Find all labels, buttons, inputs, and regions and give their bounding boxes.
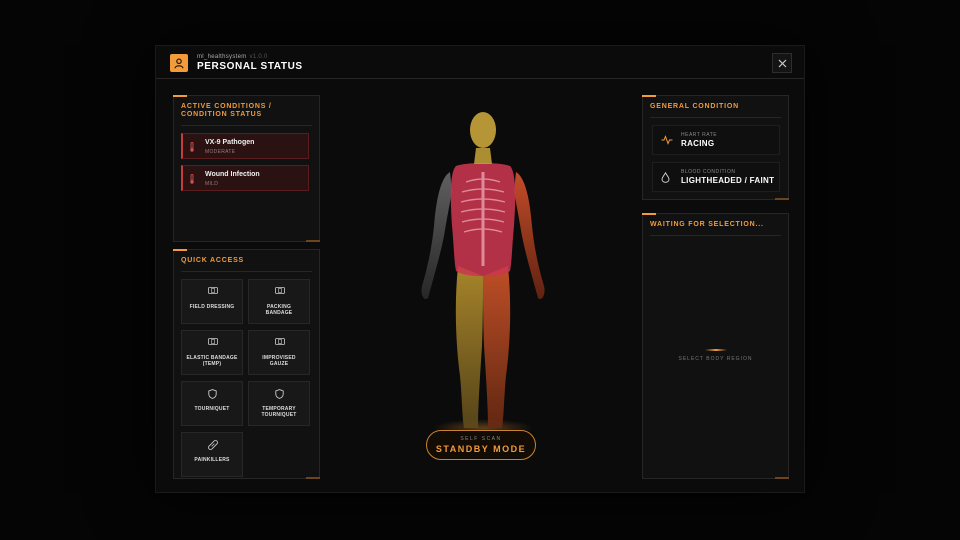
heartbeat-icon (661, 135, 673, 145)
quick-access-label: PACKING BANDAGE (265, 304, 293, 316)
app-version: v1.0.0 (249, 54, 268, 60)
shield-icon (275, 389, 284, 399)
app-subtitle: ml_healthsystem v1.0.0 (197, 54, 268, 60)
heart-rate-stat: HEART RATE RACING (652, 125, 780, 155)
body-model[interactable] (416, 106, 551, 446)
heart-rate-value: RACING (681, 139, 715, 148)
quick-access-label: TEMPORARY TOURNIQUET (261, 406, 297, 418)
scan-mode-label: STANDBY MODE (435, 444, 527, 454)
general-condition-title: GENERAL CONDITION (650, 103, 739, 110)
quick-access-label: FIELD DRESSING (189, 304, 235, 310)
bandage-icon (208, 338, 218, 345)
loading-indicator (705, 349, 727, 351)
quick-access-label: TOURNIQUET (194, 406, 230, 412)
quick-access-label: ELASTIC BANDAGE (TEMP) (186, 355, 238, 367)
bandage-icon (208, 287, 218, 294)
blood-drop-icon (661, 172, 670, 183)
quick-access-panel: QUICK ACCESS FIELD DRESSING PACKING BAND… (173, 249, 320, 479)
thermometer-icon (190, 174, 194, 184)
blood-condition-stat: BLOOD CONDITION LIGHTHEADED / FAINT (652, 162, 780, 192)
selection-panel: WAITING FOR SELECTION... SELECT BODY REG… (642, 213, 789, 479)
window-header: ml_healthsystem v1.0.0 PERSONAL STATUS (156, 46, 804, 79)
heart-rate-label: HEART RATE (681, 132, 718, 138)
self-scan-label: SELF SCAN (460, 436, 502, 442)
selection-hint: SELECT BODY REGION (678, 356, 753, 362)
divider (181, 125, 312, 126)
quick-access-painkillers[interactable]: PAINKILLERS (181, 432, 243, 477)
general-condition-panel: GENERAL CONDITION HEART RATE RACING BLOO… (642, 95, 789, 200)
bandage-icon (275, 287, 285, 294)
self-scan-button[interactable]: SELF SCAN STANDBY MODE (426, 430, 536, 460)
blood-condition-value: LIGHTHEADED / FAINT (681, 176, 775, 185)
condition-name: Wound Infection (205, 171, 260, 178)
body-region-right-arm[interactable] (514, 172, 545, 300)
quick-access-elastic-bandage[interactable]: ELASTIC BANDAGE (TEMP) (181, 330, 243, 375)
active-conditions-panel: ACTIVE CONDITIONS / CONDITION STATUS VX-… (173, 95, 320, 242)
quick-access-label: PAINKILLERS (194, 457, 230, 463)
divider (181, 271, 312, 272)
body-region-neck[interactable] (474, 148, 492, 164)
quick-access-packing-bandage[interactable]: PACKING BANDAGE (248, 279, 310, 324)
active-conditions-title: ACTIVE CONDITIONS / CONDITION STATUS (181, 103, 272, 118)
body-region-head[interactable] (470, 112, 496, 148)
selection-title: WAITING FOR SELECTION... (650, 221, 764, 228)
quick-access-temporary-tourniquet[interactable]: TEMPORARY TOURNIQUET (248, 381, 310, 426)
blood-condition-label: BLOOD CONDITION (681, 169, 736, 175)
close-button[interactable] (772, 53, 792, 73)
divider (650, 235, 781, 236)
shield-icon (208, 389, 217, 399)
body-region-left-leg[interactable] (455, 266, 483, 428)
condition-severity: MILD (205, 181, 219, 187)
quick-access-improvised-gauze[interactable]: IMPROVISED GAUZE (248, 330, 310, 375)
thermometer-icon (190, 142, 194, 152)
quick-access-field-dressing[interactable]: FIELD DRESSING (181, 279, 243, 324)
condition-severity: MODERATE (205, 149, 236, 155)
condition-item[interactable]: VX-9 Pathogen MODERATE (181, 133, 309, 159)
quick-access-tourniquet[interactable]: TOURNIQUET (181, 381, 243, 426)
quick-access-label: IMPROVISED GAUZE (262, 355, 296, 367)
user-icon (170, 54, 188, 72)
condition-item[interactable]: Wound Infection MILD (181, 165, 309, 191)
quick-access-title: QUICK ACCESS (181, 257, 245, 264)
body-region-left-arm[interactable] (421, 172, 452, 300)
personal-status-window: ml_healthsystem v1.0.0 PERSONAL STATUS AC… (155, 45, 805, 493)
divider (650, 117, 781, 118)
close-icon (778, 59, 786, 67)
condition-name: VX-9 Pathogen (205, 139, 255, 146)
page-title: PERSONAL STATUS (197, 61, 303, 72)
body-region-right-leg[interactable] (483, 266, 511, 428)
pill-icon (208, 440, 218, 450)
bandage-icon (275, 338, 285, 345)
